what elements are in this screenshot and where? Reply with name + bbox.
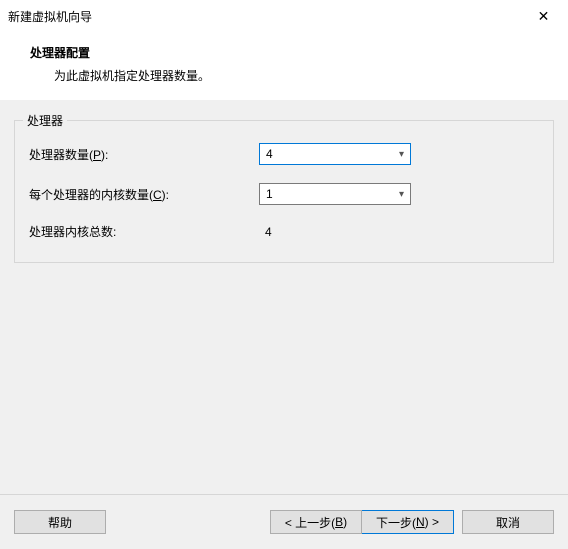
page-subheading: 为此虚拟机指定处理器数量。: [54, 67, 568, 84]
nav-button-group: < 上一步(B) 下一步(N) >: [270, 510, 454, 534]
content-area: 处理器 处理器数量(P): 4 ▾ 每个处理器的内核数量(C): 1 ▾ 处理器…: [0, 100, 568, 494]
cores-label-pre: 每个处理器的内核数量(: [29, 188, 153, 202]
wizard-header: 处理器配置 为此虚拟机指定处理器数量。: [0, 32, 568, 100]
window-title: 新建虚拟机向导: [8, 8, 521, 25]
wizard-footer: 帮助 < 上一步(B) 下一步(N) > 取消: [0, 494, 568, 549]
processors-select[interactable]: 4 ▾: [259, 143, 411, 165]
processor-group: 处理器 处理器数量(P): 4 ▾ 每个处理器的内核数量(C): 1 ▾ 处理器…: [14, 120, 554, 263]
back-hotkey: B: [335, 515, 343, 529]
row-cores: 每个处理器的内核数量(C): 1 ▾: [29, 183, 539, 205]
close-icon[interactable]: ✕: [521, 2, 566, 30]
processors-label-pre: 处理器数量(: [29, 148, 93, 162]
cores-select[interactable]: 1 ▾: [259, 183, 411, 205]
page-heading: 处理器配置: [30, 44, 568, 61]
next-pre: 下一步(: [376, 514, 416, 531]
help-button[interactable]: 帮助: [14, 510, 106, 534]
next-button[interactable]: 下一步(N) >: [362, 510, 454, 534]
processors-label-post: ):: [101, 148, 108, 162]
row-total: 处理器内核总数: 4: [29, 223, 539, 240]
back-pre: < 上一步(: [285, 514, 335, 531]
next-post: ) >: [425, 515, 439, 529]
cancel-button[interactable]: 取消: [462, 510, 554, 534]
group-legend: 处理器: [23, 112, 67, 129]
next-hotkey: N: [416, 515, 425, 529]
cores-label-post: ):: [162, 188, 169, 202]
back-button[interactable]: < 上一步(B): [270, 510, 362, 534]
back-post: ): [343, 515, 347, 529]
title-bar: 新建虚拟机向导 ✕: [0, 0, 568, 32]
chevron-down-icon: ▾: [399, 189, 404, 200]
cores-value: 1: [266, 187, 273, 201]
processors-label: 处理器数量(P):: [29, 146, 259, 163]
total-value: 4: [259, 225, 272, 239]
row-processors: 处理器数量(P): 4 ▾: [29, 143, 539, 165]
cores-hotkey: C: [153, 188, 162, 202]
cores-label: 每个处理器的内核数量(C):: [29, 186, 259, 203]
chevron-down-icon: ▾: [399, 149, 404, 160]
processors-hotkey: P: [93, 148, 101, 162]
total-label: 处理器内核总数:: [29, 223, 259, 240]
processors-value: 4: [266, 147, 273, 161]
